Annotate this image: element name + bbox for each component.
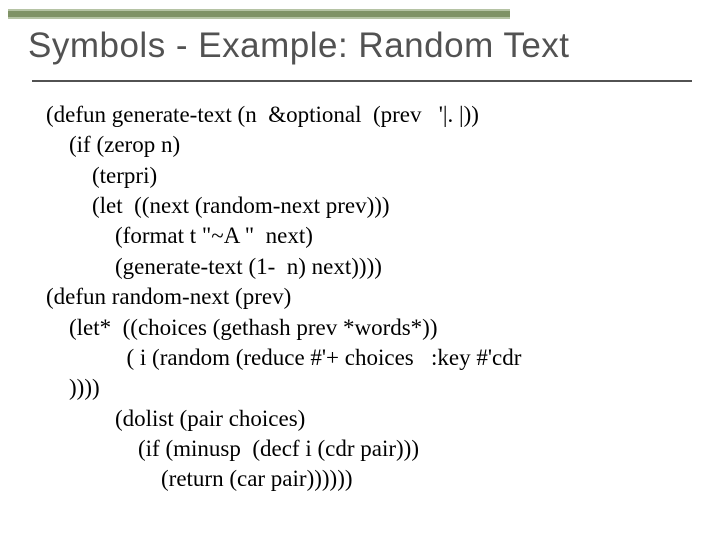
slide: Symbols - Example: Random Text (defun ge… xyxy=(0,0,720,540)
code-line: )))) xyxy=(46,375,100,400)
slide-title: Symbols - Example: Random Text xyxy=(28,26,700,66)
code-line: (dolist (pair choices) xyxy=(46,406,305,431)
title-rule xyxy=(32,80,692,82)
code-line: (defun random-next (prev) xyxy=(46,284,291,309)
code-line: (generate-text (1- n) next)))) xyxy=(46,254,382,279)
code-line: (if (minusp (decf i (cdr pair))) xyxy=(46,436,419,461)
code-line: (format t "~A " next) xyxy=(46,223,313,248)
top-accent-bar xyxy=(8,6,510,22)
accent-inner xyxy=(8,11,510,17)
code-line: (if (zerop n) xyxy=(46,132,180,157)
code-line: ( i (random (reduce #'+ choices :key #'c… xyxy=(46,345,521,370)
code-line: (defun generate-text (n &optional (prev … xyxy=(46,102,479,127)
code-line: (let ((next (random-next prev))) xyxy=(46,193,390,218)
code-line: (return (car pair)))))) xyxy=(46,466,353,491)
code-line: (let* ((choices (gethash prev *words*)) xyxy=(46,315,438,340)
code-line: (terpri) xyxy=(46,163,157,188)
code-block: (defun generate-text (n &optional (prev … xyxy=(46,100,690,495)
